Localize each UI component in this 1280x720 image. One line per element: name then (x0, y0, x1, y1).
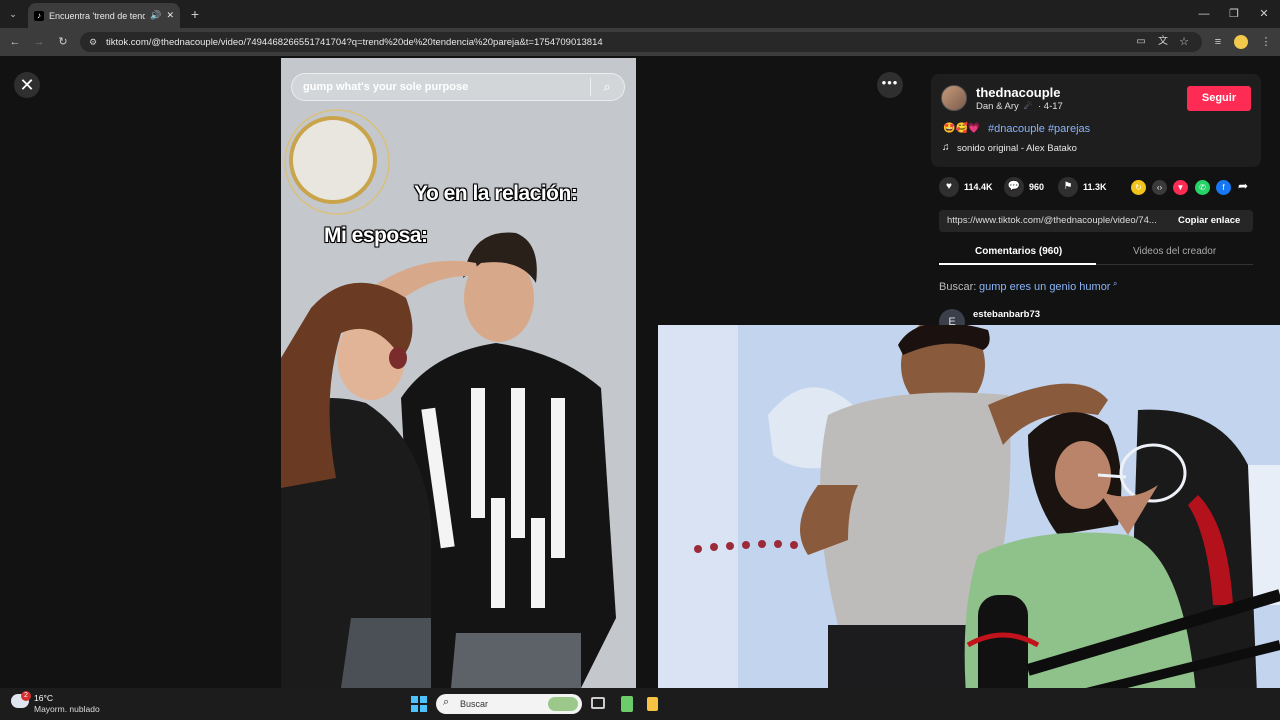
suggestion-search-icon: ⌕ (1113, 279, 1118, 288)
more-options-button[interactable]: ••• (877, 72, 903, 98)
repost-icon[interactable]: ↻ (1131, 180, 1146, 195)
close-window-button[interactable]: ✕ (1254, 4, 1274, 24)
author-nickname: Dan & Ary (976, 101, 1019, 112)
reading-list-icon[interactable]: ≡ (1210, 32, 1226, 52)
video-caption-2: Mi esposa: (324, 224, 428, 247)
restore-button[interactable]: ❐ (1224, 4, 1244, 24)
tab-title: Encuentra 'trend de tenden (49, 10, 146, 21)
search-suggestion-prefix: Buscar: (939, 281, 977, 293)
save-count: 11.3K (1083, 182, 1107, 192)
weather-temperature[interactable]: 16°C (34, 693, 53, 703)
tab-search-chevron-icon[interactable]: ⌄ (4, 4, 22, 24)
site-info-icon[interactable]: ⚙ (86, 32, 100, 52)
reload-icon[interactable]: ↻ (54, 32, 72, 52)
video-search-text: gump what's your sole purpose (303, 81, 469, 93)
tab-divider (1096, 264, 1253, 265)
sound-name[interactable]: sonido original - Alex Batako (957, 143, 1077, 154)
active-tab-indicator (939, 263, 1096, 265)
whatsapp-icon[interactable]: ✆ (1195, 180, 1210, 195)
back-arrow-icon[interactable]: ← (6, 32, 24, 52)
notepad-app-icon[interactable] (621, 696, 633, 712)
webcam-frame-illustration (658, 325, 1280, 720)
minimize-button[interactable]: — (1194, 4, 1214, 24)
music-note-icon: ♫ (942, 142, 950, 153)
bookmark-icon[interactable]: ⚑ (1058, 177, 1078, 197)
task-view-icon[interactable] (591, 697, 605, 709)
comment-bubble-icon[interactable]: 💬 (1004, 177, 1024, 197)
menu-kebab-icon[interactable]: ⋮ (1258, 32, 1274, 52)
new-tab-button[interactable]: + (186, 4, 204, 24)
webcam-overlay (658, 325, 1280, 720)
share-link-text[interactable]: https://www.tiktok.com/@thednacouple/vid… (947, 215, 1169, 226)
bookmark-star-icon[interactable]: ☆ (1176, 32, 1192, 52)
emoji-text: 🤩🥰💗 (943, 123, 981, 134)
search-highlight-icon (548, 697, 578, 711)
taskbar-search-icon: ⌕ (443, 696, 450, 708)
file-explorer-icon[interactable] (647, 697, 658, 711)
sparkle-icon: ☄ (1024, 101, 1033, 111)
profile-avatar[interactable] (1234, 35, 1248, 49)
search-icon[interactable]: ⌕ (598, 78, 616, 96)
search-suggestion-query[interactable]: gump eres un genio humor (979, 281, 1110, 293)
like-count: 114.4K (964, 182, 993, 192)
close-video-button[interactable]: ✕ (14, 72, 40, 98)
video-frame-illustration (281, 58, 636, 688)
windows-taskbar (0, 688, 1280, 720)
url-text: tiktok.com/@thednacouple/video/749446826… (106, 36, 603, 48)
facebook-icon[interactable]: f (1216, 180, 1231, 195)
tab-audio-icon[interactable]: 🔊 (150, 10, 161, 21)
author-avatar[interactable] (941, 85, 967, 111)
video-caption-1: Yo en la relación: (414, 182, 578, 205)
video-player[interactable] (281, 58, 636, 688)
search-divider (590, 78, 591, 96)
windows-start-icon[interactable] (411, 696, 427, 712)
browser-tab[interactable]: ♪ Encuentra 'trend de tenden 🔊 ✕ (28, 3, 180, 28)
like-heart-icon[interactable]: ♥ (939, 177, 959, 197)
post-date: · 4-17 (1038, 101, 1063, 112)
taskbar-search-placeholder: Buscar (460, 699, 489, 709)
video-search-input[interactable]: gump what's your sole purpose (291, 73, 625, 101)
tab-comments[interactable]: Comentarios (960) (975, 246, 1062, 257)
copy-link-button[interactable]: Copiar enlace (1178, 215, 1240, 226)
embed-code-icon[interactable]: ‹› (1152, 180, 1167, 195)
url-bar[interactable]: tiktok.com/@thednacouple/video/749446826… (80, 32, 1202, 52)
weather-badge: 2 (21, 691, 31, 701)
hashtags[interactable]: #dnacouple #parejas (988, 123, 1090, 135)
share-arrow-icon[interactable]: ➦ (1238, 179, 1248, 193)
send-icon[interactable]: ▼ (1173, 180, 1188, 195)
tab-creator-videos[interactable]: Videos del creador (1133, 246, 1216, 257)
commenter-username[interactable]: estebanbarb73 (973, 309, 1040, 320)
author-username[interactable]: thednacouple (976, 85, 1061, 100)
tiktok-favicon-icon: ♪ (34, 10, 44, 21)
translate-icon[interactable]: 文 (1155, 32, 1171, 52)
comment-count: 960 (1029, 182, 1045, 192)
weather-description[interactable]: Mayorm. nublado (34, 704, 100, 714)
tab-close-icon[interactable]: ✕ (166, 10, 174, 21)
cast-icon[interactable]: ▭ (1133, 32, 1149, 52)
forward-arrow-icon[interactable]: → (30, 32, 48, 52)
follow-button[interactable]: Seguir (1187, 86, 1251, 111)
